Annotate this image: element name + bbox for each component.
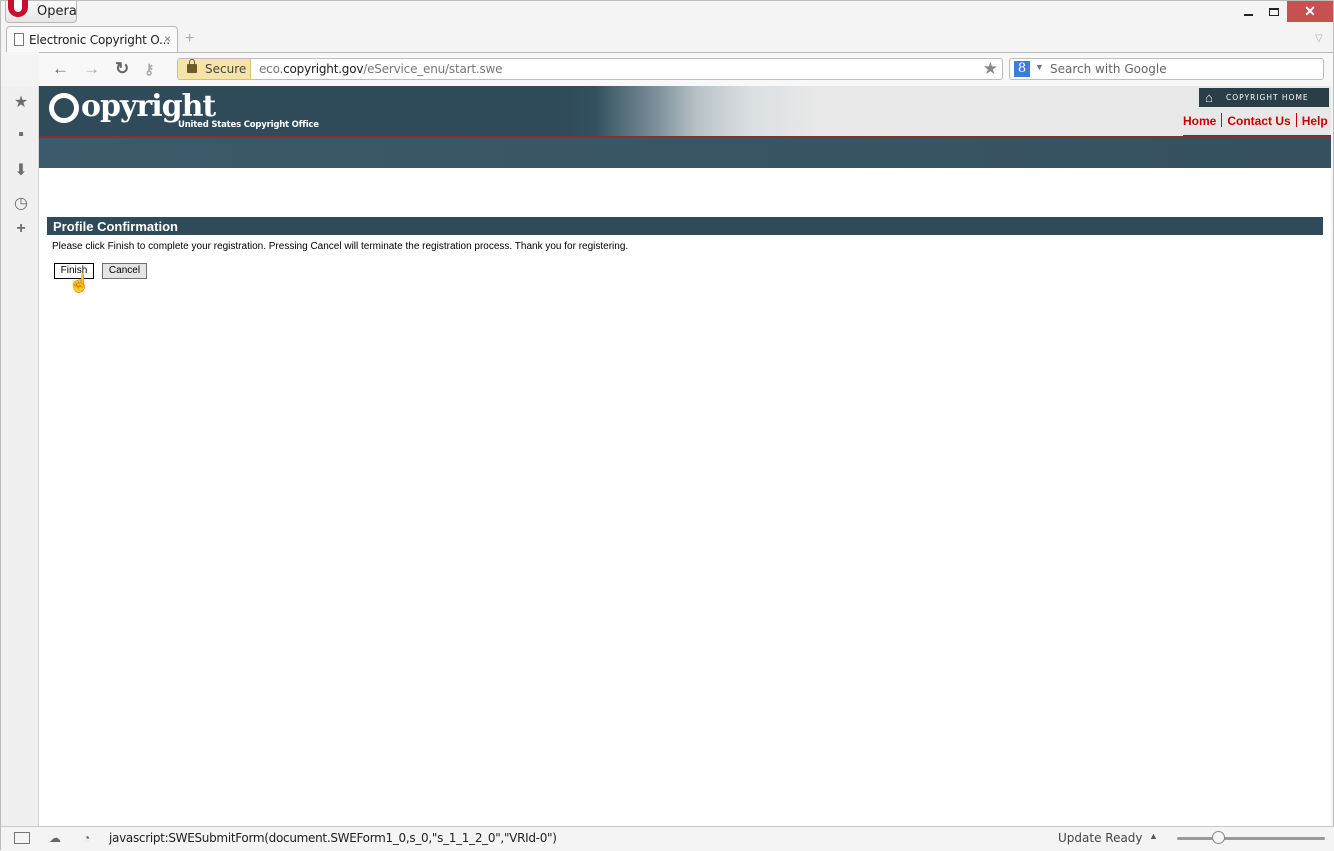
site-logo[interactable]: opyright: [81, 89, 216, 124]
tab-title: Electronic Copyright O...: [29, 33, 170, 47]
minimize-icon: [1243, 14, 1253, 16]
close-icon: ✕: [1304, 3, 1316, 19]
panel-toggle-icon[interactable]: [14, 832, 30, 844]
logo-c-icon: [49, 93, 79, 123]
search-placeholder: Search with Google: [1050, 62, 1167, 76]
link-preview-text: javascript:SWESubmitForm(document.SWEFor…: [109, 831, 557, 845]
site-subtitle: United States Copyright Office: [178, 120, 319, 130]
nav-link-contact-us[interactable]: Contact Us: [1227, 114, 1290, 128]
document-icon: [14, 33, 24, 46]
close-window-button[interactable]: ✕: [1287, 1, 1333, 22]
search-input[interactable]: 8 ▼ Search with Google: [1009, 58, 1324, 80]
maximize-button[interactable]: [1259, 1, 1289, 23]
tab-electronic-copyright[interactable]: Electronic Copyright O... ×: [6, 26, 178, 52]
history-clock-icon[interactable]: ◷: [12, 193, 30, 213]
google-icon[interactable]: 8: [1014, 61, 1030, 77]
site-banner: opyright United States Copyright Office …: [39, 86, 1331, 138]
downloads-icon[interactable]: ⬇: [12, 160, 30, 180]
status-bar: ☁ ◔ javascript:SWESubmitForm(document.SW…: [1, 826, 1334, 851]
turbo-gauge-icon[interactable]: ◔: [83, 831, 90, 845]
nav-divider: [1295, 113, 1297, 127]
bookmark-star-icon[interactable]: ★: [983, 59, 998, 79]
copyright-home-label: COPYRIGHT HOME: [1226, 93, 1309, 102]
new-tab-button[interactable]: +: [185, 30, 194, 48]
copyright-home-button[interactable]: ⌂ COPYRIGHT HOME: [1199, 88, 1329, 107]
nav-link-home[interactable]: Home: [1183, 114, 1216, 128]
web-page: opyright United States Copyright Office …: [39, 86, 1331, 826]
search-engine-dropdown-icon[interactable]: ▼: [1035, 62, 1044, 72]
back-arrow-icon[interactable]: ←: [52, 59, 69, 79]
opera-logo-icon: [8, 0, 28, 17]
notes-icon[interactable]: ▪: [12, 126, 30, 144]
add-panel-plus-icon[interactable]: +: [12, 220, 30, 238]
forward-arrow-icon[interactable]: →: [83, 59, 100, 79]
url-path: /eService_enu/start.swe: [363, 62, 503, 76]
section-title: Profile Confirmation: [47, 217, 1323, 235]
address-bar[interactable]: Secure eco.copyright.gov/eService_enu/st…: [177, 58, 1003, 80]
update-arrow-icon[interactable]: ▲: [1149, 831, 1158, 841]
reload-icon[interactable]: ↻: [115, 59, 129, 79]
nav-link-help[interactable]: Help: [1302, 114, 1328, 128]
url-domain: copyright.gov: [283, 62, 364, 76]
browser-sidebar: ★ ▪ ⬇ ◷ +: [1, 86, 39, 826]
tab-close-icon[interactable]: ×: [164, 32, 171, 46]
hand-cursor-icon: ☝: [68, 273, 91, 293]
lock-icon: [187, 59, 197, 73]
cancel-button[interactable]: Cancel: [102, 263, 147, 279]
opera-unite-cloud-icon[interactable]: ☁: [49, 831, 61, 845]
nav-divider: [1221, 113, 1223, 127]
opera-menu-label: Opera: [37, 4, 77, 19]
bookmarks-star-icon[interactable]: ★: [12, 92, 30, 112]
update-status[interactable]: Update Ready: [1058, 831, 1143, 845]
secure-badge[interactable]: Secure: [178, 59, 251, 79]
house-icon: ⌂: [1205, 90, 1213, 105]
tab-menu-chevron-icon[interactable]: ▽: [1315, 33, 1323, 44]
browser-window: Opera ✕ Electronic Copyright O... × + ▽ …: [0, 0, 1334, 851]
secure-label: Secure: [205, 62, 247, 76]
url-prefix: eco.: [259, 62, 284, 76]
instructions-text: Please click Finish to complete your reg…: [52, 241, 629, 252]
opera-menu-button[interactable]: Opera: [5, 0, 77, 23]
top-nav-links: Home Contact Us Help: [1183, 113, 1331, 128]
key-icon[interactable]: ⚷: [144, 61, 154, 78]
zoom-slider-handle[interactable]: [1212, 831, 1226, 844]
maximize-icon: [1269, 8, 1279, 16]
zoom-slider[interactable]: [1177, 837, 1325, 840]
url-text[interactable]: eco.copyright.gov/eService_enu/start.swe: [259, 62, 503, 76]
banner-lower-bar: [39, 138, 1331, 168]
